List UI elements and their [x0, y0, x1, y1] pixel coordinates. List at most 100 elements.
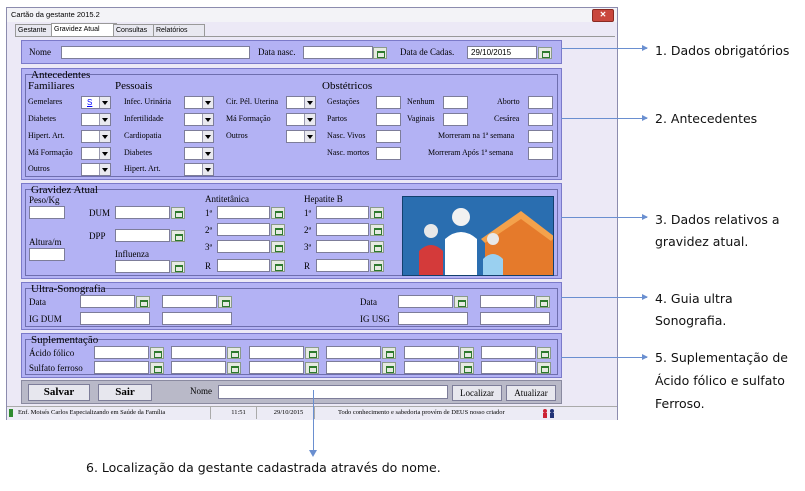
sulfato-input-5[interactable] [404, 361, 459, 374]
calendar-icon[interactable] [271, 260, 285, 272]
acido-input-4[interactable] [326, 346, 381, 359]
sair-button[interactable]: Sair [98, 384, 152, 401]
sulfato-input-6[interactable] [481, 361, 536, 374]
data-nasc-input[interactable] [303, 46, 373, 59]
acido-input-3[interactable] [249, 346, 304, 359]
outros-pes-select[interactable] [286, 130, 316, 143]
calendar-icon[interactable] [382, 347, 396, 359]
morreram-apos-input[interactable] [528, 147, 553, 160]
close-icon[interactable]: ✕ [592, 9, 614, 22]
ig-dum2-input[interactable] [162, 312, 232, 325]
antitetanica-r-input[interactable] [217, 259, 270, 272]
ultra-data-input[interactable] [80, 295, 135, 308]
vaginais-input[interactable] [443, 113, 468, 126]
calendar-icon[interactable] [271, 224, 285, 236]
ultra-data-b2-input[interactable] [480, 295, 535, 308]
influenza-input[interactable] [115, 260, 170, 273]
salvar-button[interactable]: Salvar [28, 384, 90, 401]
calendar-icon[interactable] [136, 296, 150, 308]
calendar-icon[interactable] [460, 347, 474, 359]
diabetes-fam-select[interactable] [81, 113, 111, 126]
hepatite-3-input[interactable] [316, 240, 369, 253]
hipert-pes-select[interactable] [184, 163, 214, 176]
tab-consultas[interactable]: Consultas [113, 24, 157, 36]
altura-input[interactable] [29, 248, 65, 261]
localizar-button[interactable]: Localizar [452, 385, 502, 401]
tab-gestante[interactable]: Gestante [15, 24, 55, 36]
dpp-input[interactable] [115, 229, 170, 242]
infertilidade-select[interactable] [184, 113, 214, 126]
ig-usg-input[interactable] [398, 312, 468, 325]
aborto-input[interactable] [528, 96, 553, 109]
antitetanica-dose-1: 1ª [205, 208, 212, 218]
calendar-icon[interactable] [454, 296, 468, 308]
calendar-icon[interactable] [538, 47, 552, 59]
calendar-icon[interactable] [537, 347, 551, 359]
calendar-icon[interactable] [171, 261, 185, 273]
calendar-icon[interactable] [373, 47, 387, 59]
calendar-icon[interactable] [537, 362, 551, 374]
infec-urinaria-select[interactable] [184, 96, 214, 109]
cardiopatia-select[interactable] [184, 130, 214, 143]
peso-input[interactable] [29, 206, 65, 219]
calendar-icon[interactable] [271, 241, 285, 253]
calendar-icon[interactable] [271, 207, 285, 219]
acido-input-1[interactable] [94, 346, 149, 359]
data-cadas-input[interactable]: 29/10/2015 [467, 46, 537, 59]
ultra-data-b-input[interactable] [398, 295, 453, 308]
calendar-icon[interactable] [305, 362, 319, 374]
obstetricos-title: Obstétricos [322, 80, 373, 92]
nenhum-input[interactable] [443, 96, 468, 109]
dum-input[interactable] [115, 206, 170, 219]
cesarea-input[interactable] [528, 113, 553, 126]
calendar-icon[interactable] [218, 296, 232, 308]
calendar-icon[interactable] [305, 347, 319, 359]
nasc-mortos-input[interactable] [376, 147, 401, 160]
ultra-data2-input[interactable] [162, 295, 217, 308]
antitetanica-2-input[interactable] [217, 223, 270, 236]
hipert-fam-select[interactable] [81, 130, 111, 143]
cir-pel-uterina-select[interactable] [286, 96, 316, 109]
acido-input-2[interactable] [171, 346, 226, 359]
acido-input-5[interactable] [404, 346, 459, 359]
sulfato-input-4[interactable] [326, 361, 381, 374]
calendar-icon[interactable] [150, 347, 164, 359]
calendar-icon[interactable] [536, 296, 550, 308]
hepatite-1-input[interactable] [316, 206, 369, 219]
atualizar-button[interactable]: Atualizar [506, 385, 556, 401]
calendar-icon[interactable] [370, 207, 384, 219]
calendar-icon[interactable] [171, 230, 185, 242]
ig-dum-input[interactable] [80, 312, 150, 325]
morreram-1-input[interactable] [528, 130, 553, 143]
calendar-icon[interactable] [227, 347, 241, 359]
calendar-icon[interactable] [150, 362, 164, 374]
calendar-icon[interactable] [460, 362, 474, 374]
partos-input[interactable] [376, 113, 401, 126]
hepatite-r-input[interactable] [316, 259, 369, 272]
calendar-icon[interactable] [227, 362, 241, 374]
tab-gravidez-atual[interactable]: Gravidez Atual [51, 23, 117, 37]
outros-fam-select[interactable] [81, 163, 111, 176]
calendar-icon[interactable] [370, 224, 384, 236]
sulfato-input-3[interactable] [249, 361, 304, 374]
acido-input-6[interactable] [481, 346, 536, 359]
sulfato-input-1[interactable] [94, 361, 149, 374]
antitetanica-3-input[interactable] [217, 240, 270, 253]
gestacoes-input[interactable] [376, 96, 401, 109]
ig-usg2-input[interactable] [480, 312, 550, 325]
calendar-icon[interactable] [171, 207, 185, 219]
nasc-vivos-input[interactable] [376, 130, 401, 143]
calendar-icon[interactable] [370, 260, 384, 272]
hepatite-2-input[interactable] [316, 223, 369, 236]
calendar-icon[interactable] [382, 362, 396, 374]
gemelares-select[interactable]: S [81, 96, 111, 109]
tab-relatorios[interactable]: Relatórios [153, 24, 205, 36]
nome-input[interactable] [61, 46, 250, 59]
ma-formacao-pes-select[interactable] [286, 113, 316, 126]
busca-nome-input[interactable] [218, 385, 448, 399]
antitetanica-1-input[interactable] [217, 206, 270, 219]
ma-formacao-fam-select[interactable] [81, 147, 111, 160]
calendar-icon[interactable] [370, 241, 384, 253]
diabetes-pes-select[interactable] [184, 147, 214, 160]
sulfato-input-2[interactable] [171, 361, 226, 374]
